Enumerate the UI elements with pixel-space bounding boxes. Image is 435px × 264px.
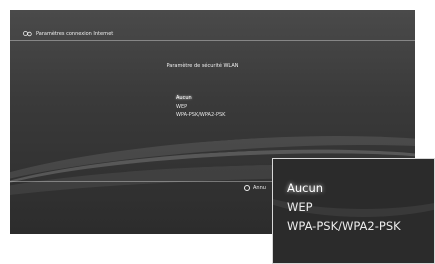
page-header: Paramètres connexion Internet	[23, 30, 113, 37]
zoom-option-wep[interactable]: WEP	[287, 198, 401, 217]
zoomed-options-list: Aucun WEP WPA-PSK/WPA2-PSK	[287, 179, 401, 236]
network-settings-icon	[23, 31, 32, 37]
zoom-option-wpa-psk[interactable]: WPA-PSK/WPA2-PSK	[287, 217, 401, 236]
header-divider	[10, 40, 435, 41]
dialog-title: Paramètre de sécurité WLAN	[166, 63, 239, 69]
back-label: Annu	[253, 185, 266, 191]
circle-button-icon	[244, 185, 250, 191]
option-aucun[interactable]: Aucun	[176, 94, 225, 103]
zoom-option-aucun[interactable]: Aucun	[287, 179, 401, 198]
security-options-list: Aucun WEP WPA-PSK/WPA2-PSK	[176, 94, 225, 120]
option-wpa-psk[interactable]: WPA-PSK/WPA2-PSK	[176, 111, 225, 120]
zoomed-options-inset: Aucun WEP WPA-PSK/WPA2-PSK	[272, 158, 435, 264]
option-wep[interactable]: WEP	[176, 103, 225, 112]
back-hint[interactable]: Annu	[244, 185, 266, 191]
page-title: Paramètres connexion Internet	[36, 30, 114, 37]
